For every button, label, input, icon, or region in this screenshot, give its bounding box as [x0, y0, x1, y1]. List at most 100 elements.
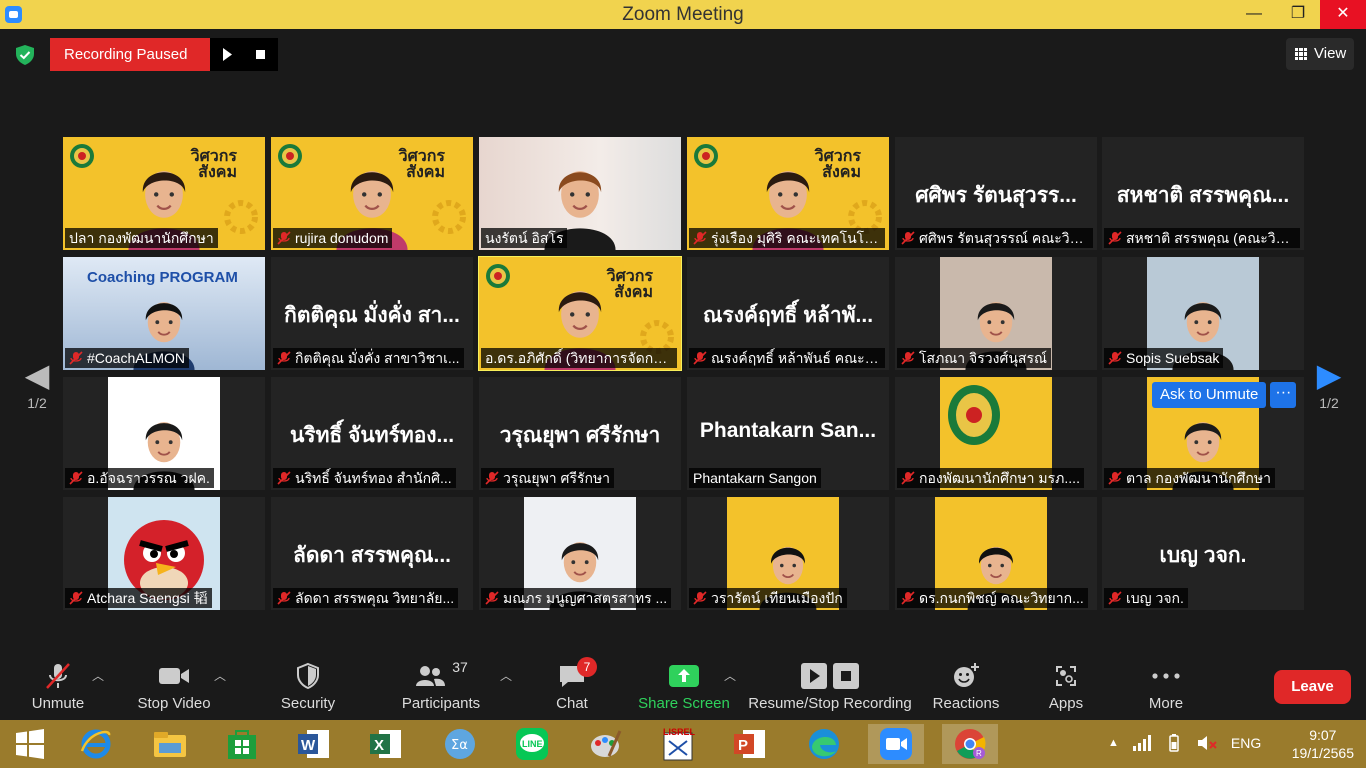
more-dots-icon: [1152, 673, 1180, 679]
participant-tile[interactable]: Atchara Saengsi 韬: [63, 497, 265, 610]
gear-icon: [432, 200, 466, 234]
participant-tile[interactable]: ณรงค์ฤทธิ์ หล้าพั... ณรงค์ฤทธิ์ หล้าพันธ์…: [687, 257, 889, 370]
apps-icon: [1056, 666, 1076, 686]
participant-tile[interactable]: วิศวกร สังคม ปลา กองพัฒนานักศึกษา: [63, 137, 265, 250]
participant-display-name: เบญ วจก.: [1159, 544, 1247, 567]
participant-tile[interactable]: อ.อัจฉราวรรณ วฝค.: [63, 377, 265, 490]
participant-display-name: ศศิพร รัตนสุวรร...: [915, 184, 1077, 207]
participant-tile[interactable]: Phantakarn San... Phantakarn Sangon: [687, 377, 889, 490]
participants-button[interactable]: 37 Participants: [396, 659, 486, 712]
participant-name-label: Phantakarn Sangon: [689, 468, 821, 488]
line-taskbar-icon[interactable]: LINE: [504, 724, 560, 764]
participant-display-name: กิตติคุณ มั่งคั่ง สา...: [284, 304, 460, 327]
participant-tile[interactable]: ลัดดา สรรพคุณ... ลัดดา สรรพคุณ วิทยาลัย..…: [271, 497, 473, 610]
stop-recording-button[interactable]: [244, 38, 279, 71]
participant-tile[interactable]: โสภณา จิรวงศ์นุสรณ์: [895, 257, 1097, 370]
participant-tile[interactable]: กิตติคุณ มั่งคั่ง สา... กิตติคุณ มั่งคั่ง…: [271, 257, 473, 370]
participant-tile[interactable]: Sopis Suebsak: [1102, 257, 1304, 370]
prev-page-button[interactable]: ◀ 1/2: [12, 355, 62, 435]
participant-tile[interactable]: วิศวกร สังคม อ.ดร.อภิศักดิ์ (วิทยาการจัดกา…: [478, 256, 682, 371]
participant-tile[interactable]: นริทธิ์ จันทร์ทอง... นริทธิ์ จันทร์ทอง สำ…: [271, 377, 473, 490]
participant-name: #CoachALMON: [87, 350, 186, 366]
svg-text:LISREL: LISREL: [663, 727, 695, 737]
reactions-button[interactable]: Reactions: [930, 659, 1002, 712]
chrome-taskbar-icon[interactable]: R: [942, 724, 998, 764]
share-options-caret[interactable]: ︿: [724, 667, 736, 684]
start-button[interactable]: [2, 724, 58, 764]
edge-taskbar-icon[interactable]: [796, 724, 852, 764]
internet-explorer-taskbar-icon[interactable]: [68, 724, 124, 764]
participant-display-name: Phantakarn San...: [699, 419, 877, 442]
participant-name: ปลา กองพัฒนานักศึกษา: [69, 230, 214, 246]
view-button[interactable]: View: [1286, 38, 1354, 70]
battery-icon[interactable]: [1165, 734, 1183, 752]
resume-recording-button[interactable]: [210, 38, 245, 71]
paint-taskbar-icon[interactable]: [578, 724, 634, 764]
participant-name-label: มณภร มนูญศาสตรสาทร ...: [481, 588, 672, 608]
powerpoint-taskbar-icon[interactable]: P: [722, 724, 778, 764]
participant-name: นริทธิ์ จันทร์ทอง สำนักศิ...: [295, 470, 452, 486]
participant-name: ดร.กนกพิชญ์ คณะวิทยาก...: [919, 590, 1084, 606]
system-tray: ▲ ENG: [1108, 734, 1261, 752]
participant-name: rujira donudom: [295, 230, 389, 246]
encryption-shield-icon[interactable]: [14, 44, 36, 66]
excel-taskbar-icon[interactable]: X: [358, 724, 414, 764]
participant-name: รุ่งเรือง มุศิริ คณะเทคโนโลย...: [711, 230, 885, 246]
input-language[interactable]: ENG: [1231, 735, 1261, 751]
participant-name: อ.อัจฉราวรรณ วฝค.: [87, 470, 210, 486]
muted-mic-icon: [1108, 231, 1122, 245]
leave-button[interactable]: Leave: [1274, 670, 1351, 704]
file-explorer-taskbar-icon[interactable]: [142, 724, 198, 764]
muted-mic-icon: [69, 591, 83, 605]
participant-tile[interactable]: วรุณยุพา ศรีรักษา วรุณยุพา ศรีรักษา: [479, 377, 681, 490]
apps-button[interactable]: Apps: [1036, 659, 1096, 712]
university-seal-icon: [948, 385, 1000, 445]
participant-tile[interactable]: ดร.กนกพิชญ์ คณะวิทยาก...: [895, 497, 1097, 610]
muted-mic-icon: [1108, 591, 1122, 605]
participant-tile[interactable]: วรารัตน์ เทียนเมืองปัก: [687, 497, 889, 610]
share-screen-button[interactable]: Share Screen: [636, 659, 732, 712]
more-button[interactable]: More: [1136, 659, 1196, 712]
security-button[interactable]: Security: [272, 659, 344, 712]
show-hidden-icons-button[interactable]: ▲: [1108, 737, 1119, 749]
participant-tile[interactable]: Coaching PROGRAM #CoachALMON: [63, 257, 265, 370]
muted-mic-icon: [485, 591, 499, 605]
minimize-button[interactable]: —: [1232, 0, 1276, 29]
close-button[interactable]: ✕: [1320, 0, 1366, 29]
audio-options-caret[interactable]: ︿: [92, 667, 104, 684]
participants-options-caret[interactable]: ︿: [500, 667, 512, 684]
svg-text:R: R: [976, 749, 982, 758]
speaker-muted-icon[interactable]: [1197, 734, 1217, 752]
participant-tile[interactable]: วิศวกร สังคม รุ่งเรือง มุศิริ คณะเทคโนโลย.…: [687, 137, 889, 250]
zoom-taskbar-icon[interactable]: [868, 724, 924, 764]
math-input-taskbar-icon[interactable]: Σα: [432, 724, 488, 764]
participant-tile[interactable]: กองพัฒนานักศึกษา มรภ....: [895, 377, 1097, 490]
lisrel-taskbar-icon[interactable]: LISREL: [650, 724, 706, 764]
participant-tile[interactable]: วิศวกร สังคม rujira donudom: [271, 137, 473, 250]
stop-video-button[interactable]: Stop Video: [134, 659, 214, 712]
unmute-button[interactable]: Unmute: [22, 659, 94, 712]
chat-unread-badge: 7: [577, 657, 597, 677]
participant-tile[interactable]: สหชาติ สรรพคุณ... สหชาติ สรรพคุณ (คณะวิท.…: [1102, 137, 1304, 250]
share-screen-icon: [669, 665, 699, 687]
participant-tile[interactable]: ศศิพร รัตนสุวรร... ศศิพร รัตนสุวรรณ์ คณะว…: [895, 137, 1097, 250]
ask-to-unmute-button[interactable]: Ask to Unmute: [1152, 382, 1267, 408]
system-clock[interactable]: 9:07 19/1/2565: [1292, 726, 1354, 762]
stop-video-label: Stop Video: [137, 695, 211, 712]
participant-tile[interactable]: นงรัตน์ อิสโร: [479, 137, 681, 250]
network-signal-icon[interactable]: [1132, 735, 1151, 751]
play-icon: [223, 48, 233, 61]
participant-tile[interactable]: มณภร มนูญศาสตรสาทร ...: [479, 497, 681, 610]
tile-more-options-button[interactable]: ···: [1270, 382, 1297, 408]
video-options-caret[interactable]: ︿: [214, 667, 226, 684]
grid-view-icon: [1295, 48, 1307, 60]
maximize-button[interactable]: ❐: [1276, 0, 1320, 29]
participant-tile[interactable]: เบญ วจก. เบญ วจก.: [1102, 497, 1304, 610]
next-page-button[interactable]: ▶ 1/2: [1304, 355, 1354, 435]
microsoft-store-taskbar-icon[interactable]: [214, 724, 270, 764]
smiley-plus-icon: [954, 663, 979, 687]
participants-count: 37: [452, 659, 468, 675]
resume-stop-recording-button[interactable]: Resume/Stop Recording: [746, 659, 914, 712]
word-taskbar-icon[interactable]: W: [286, 724, 342, 764]
participant-name: วรุณยุพา ศรีรักษา: [503, 470, 611, 486]
